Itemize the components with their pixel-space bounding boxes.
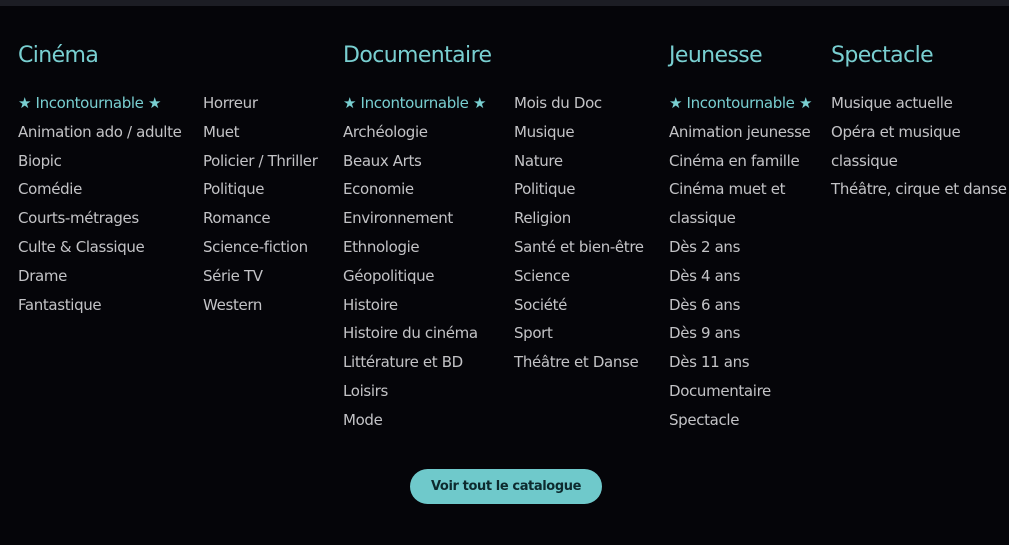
documentaire-incontournable-link[interactable]: ★ Incontournable ★ xyxy=(343,89,486,118)
cinema-link[interactable]: Animation ado / adulte xyxy=(18,118,182,147)
documentaire-link[interactable]: Archéologie xyxy=(343,118,486,147)
documentaire-link[interactable]: Loisirs xyxy=(343,377,486,406)
documentaire-link[interactable]: Mode xyxy=(343,406,486,435)
cinema-link[interactable]: Romance xyxy=(203,204,318,233)
documentaire-link[interactable]: Santé et bien-être xyxy=(514,233,644,262)
cinema-link[interactable]: Biopic xyxy=(18,147,182,176)
documentaire-list-b: Mois du Doc Musique Nature Politique Rel… xyxy=(514,89,644,377)
documentaire-heading: Documentaire xyxy=(343,43,492,68)
documentaire-link[interactable]: Ethnologie xyxy=(343,233,486,262)
jeunesse-link[interactable]: Dès 6 ans xyxy=(669,291,819,320)
cinema-link[interactable]: Comédie xyxy=(18,175,182,204)
documentaire-link[interactable]: Nature xyxy=(514,147,644,176)
jeunesse-list: ★ Incontournable ★ Animation jeunesse Ci… xyxy=(669,89,819,435)
documentaire-link[interactable]: Société xyxy=(514,291,644,320)
jeunesse-link[interactable]: Cinéma en famille xyxy=(669,147,819,176)
jeunesse-heading: Jeunesse xyxy=(669,43,763,68)
cinema-link[interactable]: Courts-métrages xyxy=(18,204,182,233)
documentaire-link[interactable]: Théâtre et Danse xyxy=(514,348,644,377)
jeunesse-link[interactable]: Dès 2 ans xyxy=(669,233,819,262)
cinema-link[interactable]: Policier / Thriller xyxy=(203,147,318,176)
jeunesse-link[interactable]: Animation jeunesse xyxy=(669,118,819,147)
cinema-incontournable-link[interactable]: ★ Incontournable ★ xyxy=(18,89,182,118)
cinema-link[interactable]: Culte & Classique xyxy=(18,233,182,262)
cinema-list-b: Horreur Muet Policier / Thriller Politiq… xyxy=(203,89,318,319)
spectacle-heading: Spectacle xyxy=(831,43,934,68)
documentaire-link[interactable]: Histoire du cinéma xyxy=(343,319,486,348)
cinema-heading: Cinéma xyxy=(18,43,99,68)
cinema-link[interactable]: Western xyxy=(203,291,318,320)
documentaire-link[interactable]: Beaux Arts xyxy=(343,147,486,176)
jeunesse-link[interactable]: Dès 9 ans xyxy=(669,319,819,348)
top-bar xyxy=(0,0,1009,6)
cinema-link[interactable]: Muet xyxy=(203,118,318,147)
documentaire-link[interactable]: Religion xyxy=(514,204,644,233)
spectacle-link[interactable]: Théâtre, cirque et danse xyxy=(831,175,1007,204)
cinema-link[interactable]: Horreur xyxy=(203,89,318,118)
documentaire-link[interactable]: Mois du Doc xyxy=(514,89,644,118)
documentaire-link[interactable]: Politique xyxy=(514,175,644,204)
jeunesse-link[interactable]: Cinéma muet et classique xyxy=(669,175,819,233)
documentaire-link[interactable]: Littérature et BD xyxy=(343,348,486,377)
jeunesse-incontournable-link[interactable]: ★ Incontournable ★ xyxy=(669,89,819,118)
documentaire-list-a: ★ Incontournable ★ Archéologie Beaux Art… xyxy=(343,89,486,435)
spectacle-link[interactable]: Opéra et musique classique xyxy=(831,118,1003,176)
documentaire-link[interactable]: Environnement xyxy=(343,204,486,233)
cinema-link[interactable]: Série TV xyxy=(203,262,318,291)
jeunesse-link[interactable]: Dès 4 ans xyxy=(669,262,819,291)
spectacle-list: Musique actuelle Opéra et musique classi… xyxy=(831,89,1007,204)
documentaire-link[interactable]: Musique xyxy=(514,118,644,147)
cinema-link[interactable]: Fantastique xyxy=(18,291,182,320)
cinema-list-a: ★ Incontournable ★ Animation ado / adult… xyxy=(18,89,182,319)
documentaire-link[interactable]: Sport xyxy=(514,319,644,348)
documentaire-link[interactable]: Science xyxy=(514,262,644,291)
spectacle-link[interactable]: Musique actuelle xyxy=(831,89,1003,118)
documentaire-link[interactable]: Histoire xyxy=(343,291,486,320)
cinema-link[interactable]: Drame xyxy=(18,262,182,291)
documentaire-link[interactable]: Géopolitique xyxy=(343,262,486,291)
jeunesse-link[interactable]: Dès 11 ans xyxy=(669,348,819,377)
jeunesse-link[interactable]: Documentaire xyxy=(669,377,819,406)
documentaire-link[interactable]: Economie xyxy=(343,175,486,204)
jeunesse-link[interactable]: Spectacle xyxy=(669,406,819,435)
view-catalog-button[interactable]: Voir tout le catalogue xyxy=(410,469,602,504)
cinema-link[interactable]: Politique xyxy=(203,175,318,204)
cinema-link[interactable]: Science-fiction xyxy=(203,233,318,262)
